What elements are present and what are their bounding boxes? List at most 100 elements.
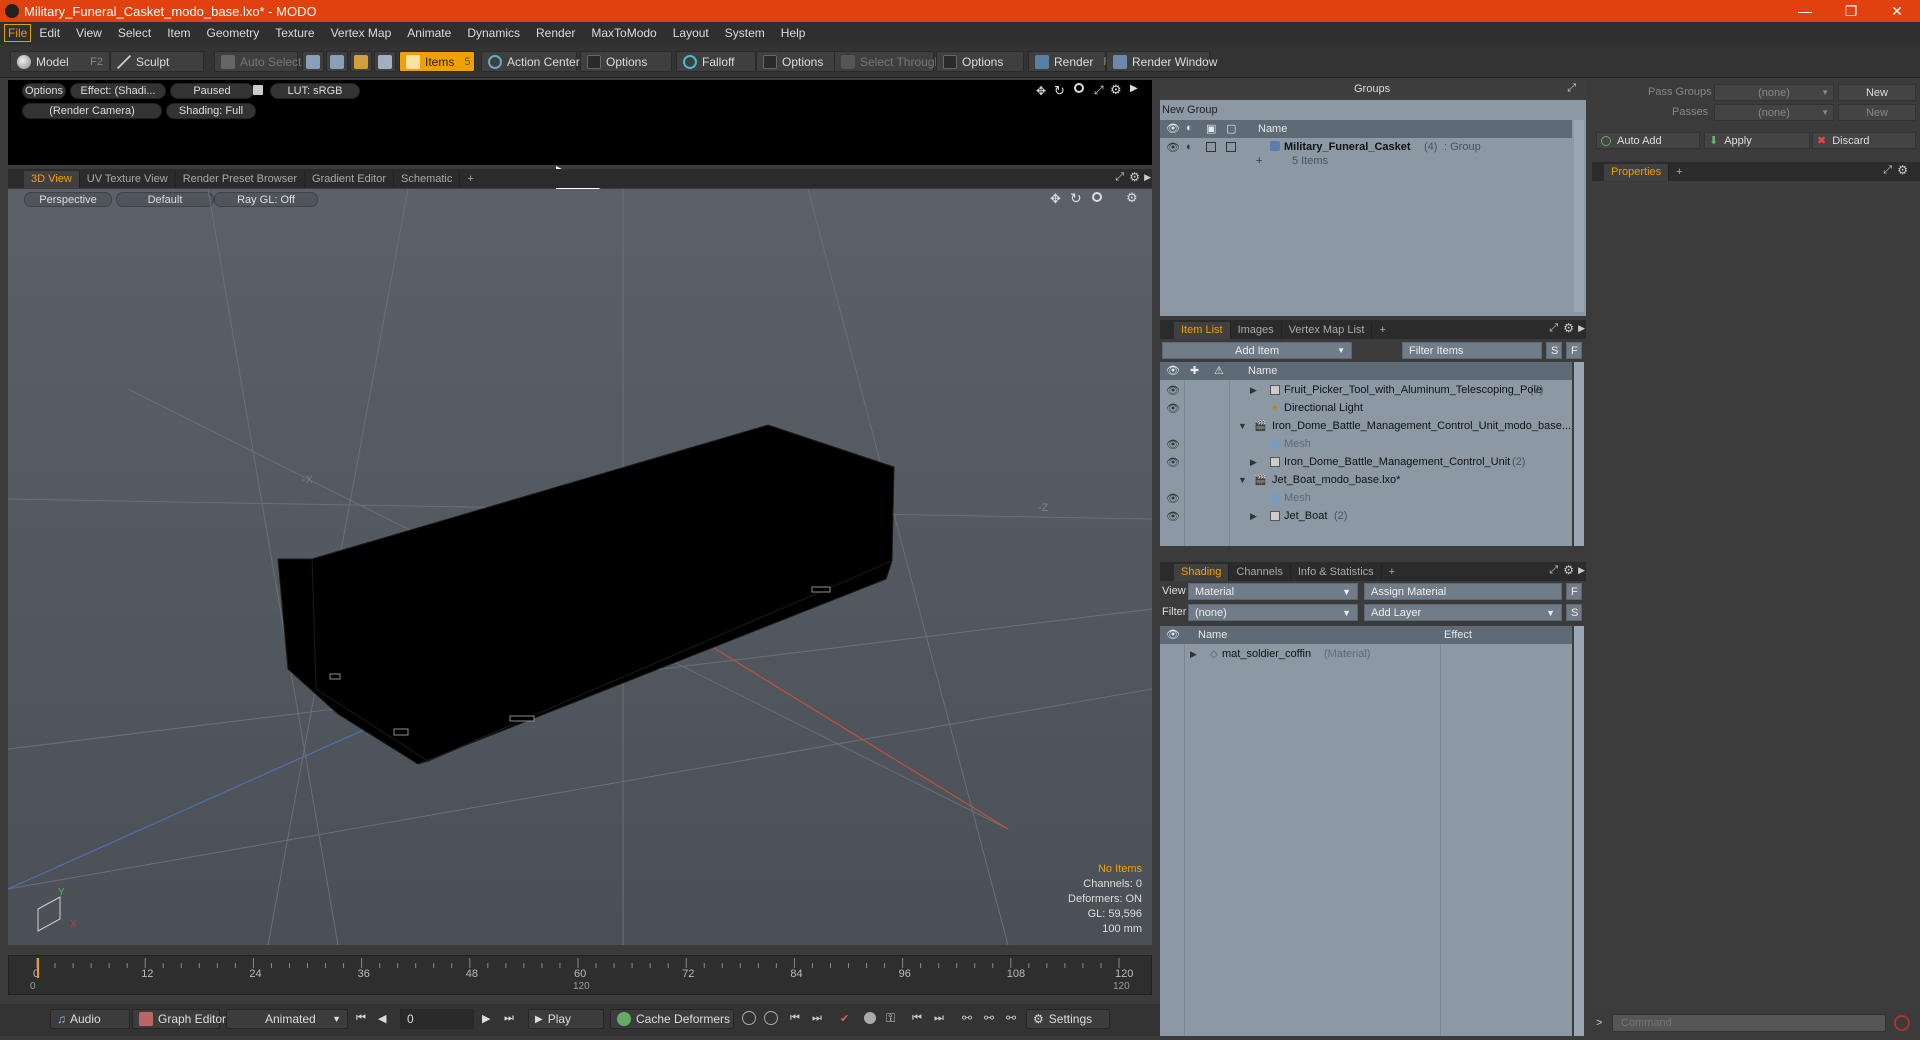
- record-icon[interactable]: [864, 1012, 876, 1024]
- eye-icon[interactable]: 👁: [1166, 438, 1180, 451]
- menu-vertex-map[interactable]: Vertex Map: [323, 22, 400, 44]
- expand-icon[interactable]: ⤢: [1549, 322, 1558, 335]
- expand-arrow-icon[interactable]: ▶: [1250, 385, 1257, 396]
- menu-system[interactable]: System: [717, 22, 773, 44]
- new-pass-group-button[interactable]: New: [1838, 84, 1916, 101]
- tab-info-statistics[interactable]: Info & Statistics: [1291, 564, 1382, 581]
- menu-select[interactable]: Select: [110, 22, 159, 44]
- gear-icon[interactable]: ⚙: [1563, 563, 1574, 577]
- add-layer-dropdown[interactable]: Add Layer ▼: [1364, 604, 1562, 621]
- key-tool-icon-1[interactable]: [742, 1011, 756, 1025]
- select-through-options-button[interactable]: Options: [936, 51, 1024, 72]
- skip-start-icon[interactable]: ⏮: [356, 1012, 366, 1025]
- key-set-icon[interactable]: ✔: [840, 1012, 849, 1025]
- expand-icon[interactable]: ⤢: [1567, 82, 1576, 95]
- tab-images[interactable]: Images: [1231, 322, 1282, 339]
- expand-icon[interactable]: ⤢: [1883, 164, 1892, 177]
- tab-channels[interactable]: Channels: [1229, 564, 1291, 581]
- step-forward-icon[interactable]: ▶: [482, 1012, 490, 1025]
- new-pass-button[interactable]: New: [1838, 104, 1916, 121]
- tab-vertex-map-list[interactable]: Vertex Map List: [1282, 322, 1373, 339]
- zoom-icon[interactable]: [1074, 83, 1084, 93]
- eye-icon[interactable]: 👁: [1166, 456, 1180, 469]
- menu-render[interactable]: Render: [528, 22, 583, 44]
- skip-end-key-icon[interactable]: ⏭: [934, 1012, 944, 1025]
- frame-input[interactable]: 0: [400, 1009, 474, 1029]
- auto-select-button[interactable]: Auto Select: [214, 51, 301, 72]
- auto-key-icon[interactable]: ⚿: [886, 1011, 895, 1026]
- close-button[interactable]: ✕: [1874, 0, 1920, 22]
- preview-shading-dropdown[interactable]: Shading: Full: [166, 103, 256, 119]
- assign-material-button[interactable]: Assign Material: [1364, 583, 1562, 600]
- expand-arrow-icon[interactable]: ▶: [1190, 649, 1197, 660]
- arrow-right-icon[interactable]: ▶: [1144, 172, 1151, 183]
- command-input[interactable]: [1612, 1014, 1886, 1032]
- tab-schematic[interactable]: Schematic: [394, 171, 461, 188]
- auto-add-button[interactable]: Auto Add: [1596, 132, 1700, 149]
- tab-properties[interactable]: Properties: [1604, 164, 1670, 181]
- item-list-scrollbar[interactable]: [1574, 362, 1584, 546]
- menu-dynamics[interactable]: Dynamics: [459, 22, 528, 44]
- action-center-button[interactable]: Action Center: [481, 51, 580, 72]
- material-row[interactable]: ▶ ◇ mat_soldier_coffin (Material): [1160, 645, 1572, 663]
- timeline[interactable]: 01224364860728496108120 0 120 120: [8, 955, 1152, 995]
- preview-lut-dropdown[interactable]: LUT: sRGB: [270, 83, 360, 99]
- settings-button[interactable]: ⚙ Settings: [1026, 1009, 1110, 1029]
- materials-mode-button[interactable]: [374, 51, 396, 72]
- add-tab-button[interactable]: +: [1669, 164, 1689, 181]
- list-item[interactable]: 👁 ▶ Fruit_Picker_Tool_with_Aluminum_Tele…: [1160, 381, 1572, 399]
- collapse-arrow-icon[interactable]: ▼: [1238, 475, 1247, 485]
- add-tab-button[interactable]: +: [1372, 322, 1392, 339]
- list-item[interactable]: ▼ 🎬 Jet_Boat_modo_base.lxo*: [1160, 471, 1572, 489]
- list-item[interactable]: 👁 ☀ Directional Light: [1160, 399, 1572, 417]
- filter-f-button[interactable]: F: [1566, 342, 1582, 359]
- play-button[interactable]: ▶ Play: [528, 1009, 604, 1029]
- cache-deformers-button[interactable]: Cache Deformers: [610, 1009, 734, 1029]
- shading-s-button[interactable]: S: [1566, 604, 1582, 621]
- link-icon-1[interactable]: ⚯: [962, 1011, 972, 1025]
- menu-animate[interactable]: Animate: [399, 22, 459, 44]
- lock-icon[interactable]: [1206, 142, 1216, 152]
- polygons-mode-button[interactable]: [350, 51, 372, 72]
- tab-3d-view[interactable]: 3D View: [24, 171, 80, 188]
- expand-icon[interactable]: ⤢: [1549, 564, 1558, 577]
- link-icon-3[interactable]: ⚯: [1006, 1011, 1016, 1025]
- move-icon[interactable]: ✥: [1036, 84, 1046, 98]
- menu-help[interactable]: Help: [773, 22, 814, 44]
- items-mode-button[interactable]: Items 5: [399, 51, 475, 72]
- filter-items-input[interactable]: Filter Items: [1402, 342, 1542, 359]
- select-icon[interactable]: [1226, 142, 1236, 152]
- expand-icon[interactable]: ⤢: [1115, 171, 1124, 184]
- lock-icon[interactable]: [253, 85, 263, 95]
- eye-icon[interactable]: 👁: [1166, 510, 1180, 523]
- tab-uv-texture-view[interactable]: UV Texture View: [80, 171, 176, 188]
- menu-edit[interactable]: Edit: [31, 22, 68, 44]
- tab-render-preset-browser[interactable]: Render Preset Browser: [176, 171, 306, 188]
- menu-item[interactable]: Item: [159, 22, 198, 44]
- key-tool-icon-2[interactable]: [764, 1011, 778, 1025]
- gear-icon[interactable]: ⚙: [1110, 82, 1122, 98]
- 3d-viewport[interactable]: Perspective Default Ray GL: Off ✥ ↻ ⚙ -X…: [8, 189, 1152, 945]
- list-item[interactable]: 👁 Mesh: [1160, 435, 1572, 453]
- minimize-button[interactable]: —: [1782, 0, 1828, 22]
- list-item[interactable]: 👁 Mesh: [1160, 489, 1572, 507]
- shading-f-button[interactable]: F: [1566, 583, 1582, 600]
- audio-button[interactable]: ♫ Audio: [50, 1009, 130, 1029]
- list-item[interactable]: ▼ 🎬 Iron_Dome_Battle_Management_Control_…: [1160, 417, 1572, 435]
- menu-file[interactable]: File: [4, 24, 32, 42]
- gear-icon[interactable]: ⚙: [1563, 321, 1574, 335]
- gear-icon[interactable]: ⚙: [1129, 170, 1140, 184]
- new-group-button[interactable]: New Group: [1160, 101, 1586, 119]
- tab-item-list[interactable]: Item List: [1174, 322, 1231, 339]
- apply-button[interactable]: ⬇ Apply: [1704, 132, 1810, 149]
- restore-button[interactable]: ❐: [1828, 0, 1874, 22]
- rotate-icon[interactable]: ↻: [1054, 83, 1065, 99]
- sculpt-mode-button[interactable]: Sculpt: [110, 51, 204, 72]
- step-back-icon[interactable]: ◀: [378, 1012, 386, 1025]
- graph-editor-button[interactable]: Graph Editor: [132, 1009, 226, 1029]
- arrow-right-icon[interactable]: ▶: [1578, 565, 1585, 576]
- key-next-icon[interactable]: ⏭: [812, 1012, 822, 1025]
- plus-icon[interactable]: +: [1256, 155, 1262, 167]
- falloff-button[interactable]: Falloff: [676, 51, 756, 72]
- add-tab-button[interactable]: +: [460, 171, 480, 188]
